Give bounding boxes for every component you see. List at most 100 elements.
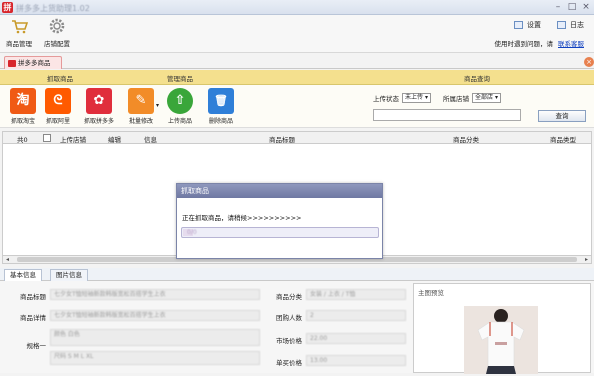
tab-basic-info[interactable]: 基本信息 — [4, 269, 42, 281]
grid-header: 共0 上传店铺 编辑 信息 商品标题 商品分类 商品类型 — [2, 131, 592, 144]
toolbar-label: 商品管理 — [6, 40, 32, 48]
search-input[interactable] — [373, 109, 521, 121]
select-all-checkbox[interactable] — [43, 134, 51, 142]
toolbar-label: 店铺配置 — [44, 40, 70, 48]
upload-product-button[interactable]: ⇧ 上传商品 — [162, 88, 198, 125]
settings-button[interactable]: 设置 — [514, 20, 541, 30]
scroll-left-icon[interactable]: ◂ — [6, 256, 9, 263]
tab-label: 拼多多商品 — [18, 59, 51, 67]
column-upload-shop[interactable]: 上传店铺 — [60, 134, 86, 144]
product-management-button[interactable]: 商品管理 — [2, 17, 36, 48]
action-ribbon: 淘抓取淘宝 ᘓ 抓取阿里 ✿ 抓取拼多多 ✎ 批量修改 ▾ ⇧ 上传商品 🗑 删除商品 — [0, 85, 594, 128]
spec-two-field[interactable]: 尺码 S M L XL — [50, 351, 260, 365]
trash-icon: 🗑 — [208, 88, 234, 114]
group-manage-label: 管理商品 — [167, 75, 193, 83]
document-tabstrip: 拼多多商品 × — [0, 55, 594, 69]
upload-status-label: 上传状态 — [373, 95, 399, 103]
category-field[interactable]: 女装 / 上衣 / T恤 — [306, 289, 406, 300]
query-filters: 上传状态 未上传 ▾ 所属店铺 全部店 ▾ — [373, 92, 502, 104]
app-logo: 拼 — [2, 2, 13, 13]
close-icon[interactable]: × — [581, 2, 591, 12]
shop-config-button[interactable]: 店铺配置 — [40, 17, 74, 48]
action-label: 上传商品 — [167, 118, 192, 125]
top-right-panel: 设置 日志 使用时遇到问题，请 联系客服 — [384, 19, 584, 48]
shop-label: 所属店铺 — [443, 95, 470, 103]
column-type[interactable]: 商品类型 — [550, 134, 576, 144]
action-label: 删除商品 — [208, 118, 233, 125]
chevron-down-icon: ▾ — [495, 94, 499, 101]
batch-edit-dropdown-icon[interactable]: ▾ — [156, 102, 159, 109]
desc-field[interactable]: 七夕女T恤短袖新款韩版宽松百搭学生上衣 — [50, 310, 260, 321]
gear-icon — [49, 18, 65, 34]
spec-one-label: 规格一 — [26, 342, 47, 350]
main-image-box: 主图预览 — [413, 283, 591, 375]
batch-edit-button[interactable]: ✎ 批量修改 — [123, 88, 159, 125]
progress-bar: 0/0 — [181, 227, 379, 238]
dialog-message: 正在抓取商品，请稍候>>>>>>>>>> — [182, 214, 302, 222]
title-field[interactable]: 七夕女T恤短袖新款韩版宽松百搭学生上衣 — [50, 289, 260, 300]
action-label: 抓取拼多多 — [83, 118, 114, 125]
column-info[interactable]: 信息 — [144, 134, 157, 144]
log-label: 日志 — [570, 21, 584, 29]
main-image-label: 主图预览 — [418, 289, 444, 297]
column-count: 共0 — [17, 136, 28, 144]
column-title[interactable]: 商品标题 — [269, 134, 295, 144]
contact-support-link[interactable]: 联系客服 — [558, 40, 584, 48]
chevron-down-icon: ▾ — [425, 94, 429, 101]
title-label: 商品标题 — [20, 293, 46, 301]
scroll-right-icon[interactable]: ▸ — [585, 256, 588, 263]
detail-tabstrip: 基本信息 图片信息 — [0, 268, 594, 281]
help-text: 使用时遇到问题，请 — [494, 40, 554, 48]
upload-status-select[interactable]: 未上传 ▾ — [402, 93, 432, 103]
shop-select[interactable]: 全部店 ▾ — [472, 93, 502, 103]
progress-text: 0/0 — [187, 229, 197, 236]
maximize-icon[interactable]: □ — [567, 2, 577, 12]
spec-one-field[interactable]: 颜色 白色 — [50, 329, 260, 346]
single-price-label: 单买价格 — [276, 359, 302, 367]
help-line: 使用时遇到问题，请 联系客服 — [384, 38, 585, 48]
fetch-progress-dialog: 抓取商品 正在抓取商品，请稍候>>>>>>>>>> 0/0 — [176, 183, 383, 259]
column-edit[interactable]: 编辑 — [108, 134, 121, 144]
action-label: 抓取淘宝 — [10, 118, 35, 125]
tab-image-info[interactable]: 图片信息 — [50, 269, 88, 281]
cart-icon — [12, 20, 28, 34]
group-size-label: 团购人数 — [276, 314, 302, 322]
action-label: 批量修改 — [128, 118, 153, 125]
settings-label: 设置 — [527, 21, 541, 29]
action-label: 抓取阿里 — [45, 118, 70, 125]
market-price-field[interactable]: 22.00 — [306, 333, 406, 344]
window-controls: – □ × — [553, 2, 591, 12]
minimize-icon[interactable]: – — [553, 2, 563, 12]
pinduoduo-icon: ✿ — [86, 88, 112, 114]
upload-status-value: 未上传 — [405, 94, 424, 101]
log-button[interactable]: 日志 — [557, 20, 584, 30]
group-query-label: 商品查询 — [464, 75, 490, 83]
tshirt-photo-icon — [464, 306, 538, 375]
group-header-bar: 抓取商品 管理商品 商品查询 — [0, 70, 594, 85]
top-toolbar: 商品管理 店铺配置 设置 日志 使用时遇到问题，请 联系客服 — [0, 15, 594, 53]
tab-app-icon — [8, 60, 16, 67]
fetch-pinduoduo-button[interactable]: ✿ 抓取拼多多 — [81, 88, 117, 125]
group-fetch-label: 抓取商品 — [47, 75, 73, 83]
taobao-icon: 淘 — [10, 88, 36, 114]
tab-pinduoduo-products[interactable]: 拼多多商品 — [4, 56, 62, 69]
close-tab-icon[interactable]: × — [584, 57, 594, 67]
single-price-field[interactable]: 13.00 — [306, 355, 406, 366]
desc-label: 商品详情 — [20, 314, 46, 322]
pencil-icon: ✎ — [128, 88, 154, 114]
title-bar: 拼 拼多多上货助理1.02 – □ × — [0, 0, 594, 15]
product-photo[interactable] — [464, 306, 538, 375]
settings-icon — [514, 21, 523, 29]
upload-icon: ⇧ — [167, 88, 193, 114]
fetch-taobao-button[interactable]: 淘抓取淘宝 — [5, 88, 41, 125]
market-price-label: 市场价格 — [276, 337, 302, 345]
delete-product-button[interactable]: 🗑 删除商品 — [203, 88, 239, 125]
group-size-field[interactable]: 2 — [306, 310, 406, 321]
column-category[interactable]: 商品分类 — [453, 134, 479, 144]
alibaba-icon: ᘓ — [45, 88, 71, 114]
dialog-title: 抓取商品 — [177, 184, 382, 198]
fetch-alibaba-button[interactable]: ᘓ 抓取阿里 — [40, 88, 76, 125]
log-icon — [557, 21, 566, 29]
shop-value: 全部店 — [475, 94, 494, 101]
query-button[interactable]: 查询 — [538, 110, 586, 122]
